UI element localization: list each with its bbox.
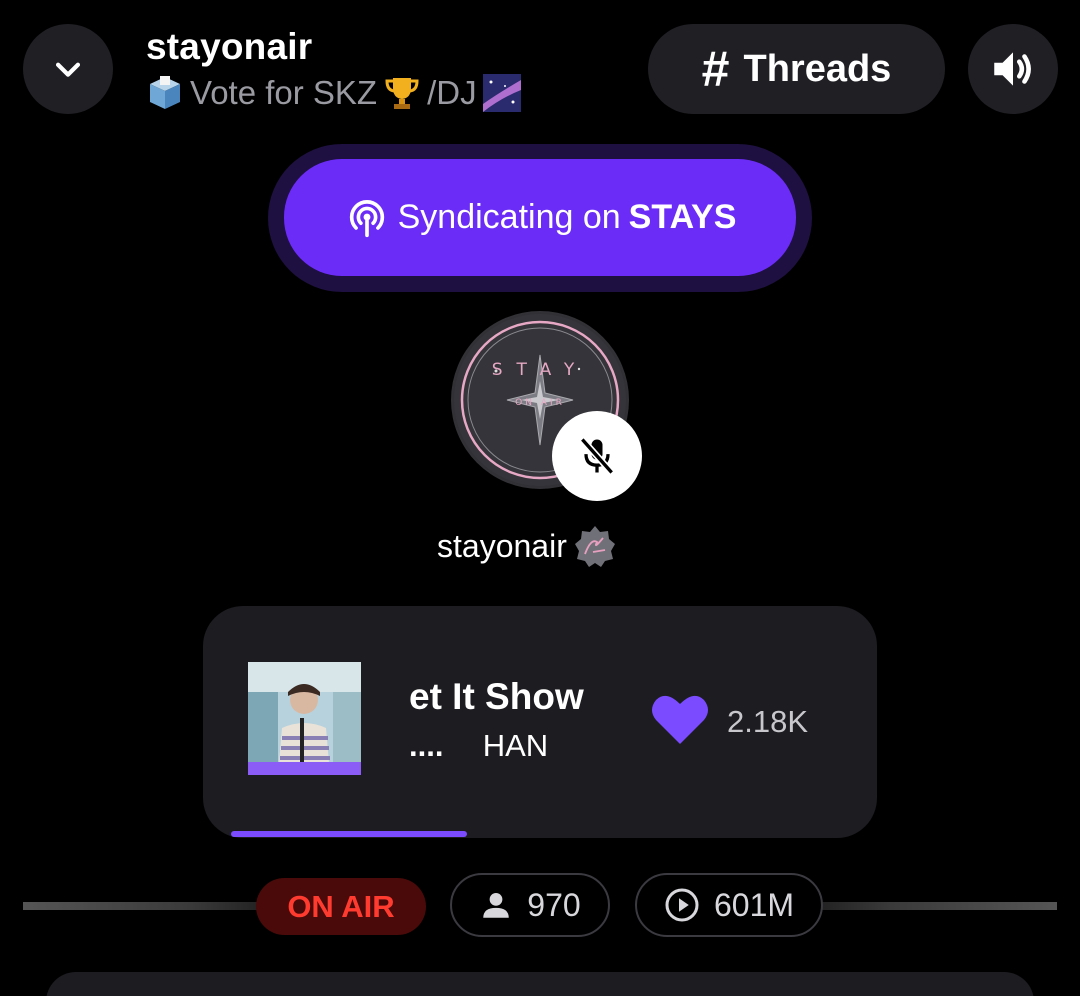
mic-off-icon: [579, 437, 615, 475]
syndication-button[interactable]: Syndicating on STAYS: [284, 159, 796, 276]
listeners-value: 970: [527, 886, 581, 923]
subtitle-text: Vote for SKZ: [190, 74, 378, 111]
play-circle-icon: [665, 888, 699, 922]
verified-badge-icon: [574, 526, 615, 567]
track-artist: .... HAN: [409, 728, 548, 764]
person-icon: [483, 892, 510, 918]
trophy-icon: [385, 78, 419, 109]
threads-button[interactable]: # Threads: [648, 24, 945, 114]
plays-count[interactable]: 601M: [635, 873, 823, 937]
track-title: et It Show: [409, 676, 584, 717]
broadcast-icon: [349, 199, 384, 237]
artist-name: HAN: [482, 728, 549, 763]
threads-label: Threads: [743, 47, 892, 90]
playback-progress: [231, 831, 851, 837]
host-name[interactable]: stayonair: [437, 524, 617, 568]
like-count: 2.18K: [727, 704, 809, 739]
subtitle-suffix: /DJ: [427, 74, 477, 111]
syndication-network: STAYS: [628, 198, 737, 236]
host-name-text: stayonair: [437, 527, 567, 564]
bottom-panel: [46, 972, 1034, 996]
station-title: stayonair: [146, 26, 313, 67]
divider-left: [23, 902, 263, 910]
playback-progress-fill: [231, 831, 467, 837]
heart-icon[interactable]: [650, 692, 710, 746]
album-cover-art: [248, 662, 361, 775]
avatar-logo-text: STAY: [492, 360, 589, 380]
divider-right: [820, 902, 1057, 910]
album-cover: [248, 662, 361, 775]
avatar-logo-subtext: ON AIR: [515, 398, 565, 408]
artist-scroll-prefix: ....: [409, 728, 444, 763]
milky-way-icon: [482, 74, 521, 112]
volume-button[interactable]: [968, 24, 1058, 114]
plays-value: 601M: [713, 886, 795, 923]
mic-muted-badge: [552, 411, 642, 501]
on-air-label: ON AIR: [287, 888, 395, 924]
ballot-box-icon: [150, 76, 180, 109]
speaker-icon: [994, 52, 1031, 86]
on-air-badge: ON AIR: [256, 878, 426, 935]
collapse-button[interactable]: [23, 24, 113, 114]
hashtag-icon: #: [701, 41, 730, 97]
syndication-prefix: Syndicating on: [397, 198, 621, 236]
chevron-down-icon: [55, 62, 81, 77]
now-playing-card[interactable]: et It Show .... HAN 2.18K: [203, 606, 877, 838]
listeners-count[interactable]: 970: [450, 873, 610, 937]
station-subtitle: Vote for SKZ /DJ: [146, 74, 521, 112]
radio-station-screen: stayonair Vote for SKZ /DJ # Threads Syn…: [0, 0, 1080, 996]
